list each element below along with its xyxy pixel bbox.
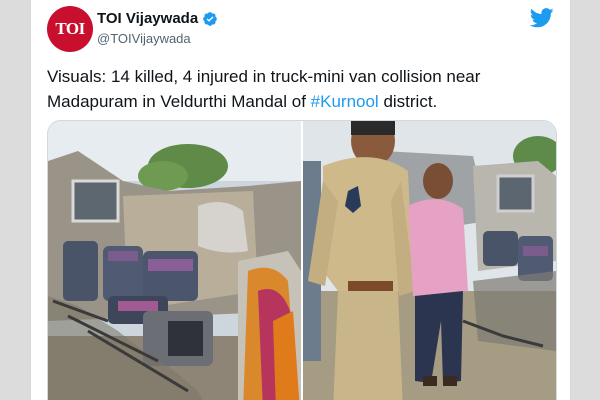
verified-badge-icon xyxy=(203,11,218,26)
wreckage-photo[interactable] xyxy=(48,121,301,400)
author-name-row[interactable]: TOI Vijaywada xyxy=(97,10,218,27)
tweet-text: Visuals: 14 killed, 4 injured in truck-m… xyxy=(47,64,552,114)
avatar-logo-text: TOI xyxy=(55,19,85,38)
hashtag-link[interactable]: #Kurnool xyxy=(311,92,379,111)
avatar[interactable]: TOI xyxy=(47,6,93,52)
user-handle[interactable]: @TOIVijaywada xyxy=(97,31,191,46)
display-name[interactable]: TOI Vijaywada xyxy=(97,10,198,27)
twitter-bird-icon[interactable] xyxy=(530,8,554,28)
tweet-card[interactable]: TOI TOI Vijaywada @TOIVijaywada Visuals:… xyxy=(30,0,571,400)
officer-photo[interactable] xyxy=(303,121,556,400)
tweet-text-end: district. xyxy=(378,92,438,111)
media-grid xyxy=(47,120,557,400)
tweet-header: TOI TOI Vijaywada @TOIVijaywada xyxy=(31,0,570,60)
wreckage-photo-image xyxy=(48,121,301,400)
officer-photo-image xyxy=(303,121,556,400)
